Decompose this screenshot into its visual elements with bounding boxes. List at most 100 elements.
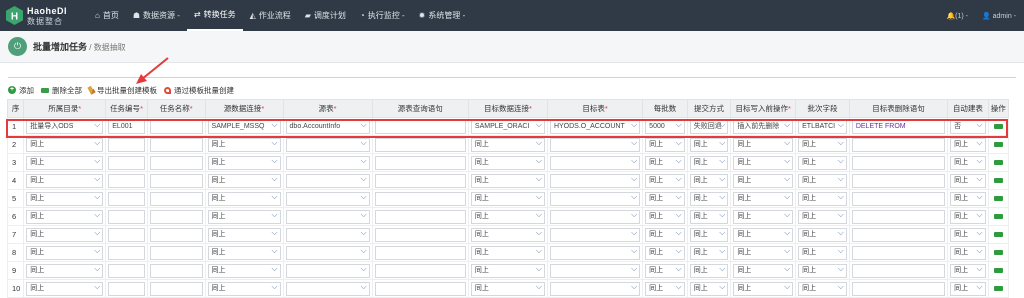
commit-mode-select[interactable]: 同上 (689, 155, 729, 170)
user-menu[interactable]: 👤 admin - (982, 12, 1016, 20)
target-connection-select[interactable]: 同上 (470, 245, 545, 260)
batch-field-select[interactable]: 同上 (798, 155, 847, 170)
source-table-select[interactable] (285, 173, 370, 188)
source-sql-input[interactable] (374, 209, 466, 224)
source-sql-input[interactable] (374, 137, 466, 152)
delete-sql-input[interactable] (851, 173, 946, 188)
pre-write-op-select[interactable]: 同上 (733, 137, 794, 152)
task-name-input[interactable] (149, 137, 203, 152)
task-code-input[interactable] (108, 191, 145, 206)
source-sql-input[interactable] (374, 245, 466, 260)
commit-mode-select[interactable]: 同上 (689, 227, 729, 242)
task-name-input[interactable] (149, 245, 203, 260)
delete-sql-input[interactable] (851, 281, 946, 296)
target-table-select[interactable] (549, 227, 641, 242)
target-connection-select[interactable]: 同上 (470, 281, 545, 296)
commit-mode-select[interactable]: 同上 (689, 281, 729, 296)
auto-create-select[interactable]: 同上 (950, 155, 986, 170)
task-code-input[interactable] (108, 209, 145, 224)
remove-row-icon[interactable] (993, 286, 1003, 291)
task-code-input[interactable] (108, 137, 145, 152)
source-connection-select[interactable]: 同上 (207, 227, 281, 242)
task-code-input[interactable] (108, 173, 145, 188)
remove-row-icon[interactable] (993, 214, 1003, 219)
auto-create-select[interactable]: 同上 (950, 209, 986, 224)
auto-create-select[interactable]: 同上 (950, 191, 986, 206)
delete-sql-input[interactable] (851, 191, 946, 206)
source-connection-select[interactable]: 同上 (207, 173, 281, 188)
source-connection-select[interactable]: 同上 (207, 263, 281, 278)
pre-write-op-select[interactable]: 同上 (733, 173, 794, 188)
commit-mode-select[interactable]: 同上 (689, 245, 729, 260)
delete-sql-input[interactable] (851, 263, 946, 278)
target-table-select[interactable] (549, 263, 641, 278)
nav-item-6[interactable]: ✹ 系统管理 - (412, 0, 473, 31)
nav-item-0[interactable]: ⌂ 首页 (88, 0, 126, 31)
nav-item-4[interactable]: ▰ 调度计划 (298, 0, 353, 31)
remove-row-icon[interactable] (993, 178, 1003, 183)
target-connection-select[interactable]: 同上 (470, 263, 545, 278)
batch-field-select[interactable]: 同上 (798, 191, 847, 206)
delete-sql-input[interactable] (851, 209, 946, 224)
pre-write-op-select[interactable]: 同上 (733, 281, 794, 296)
batch-size-select[interactable]: 同上 (645, 263, 685, 278)
directory-select[interactable]: 同上 (26, 227, 104, 242)
source-sql-input[interactable] (374, 263, 466, 278)
batch-size-select[interactable]: 同上 (645, 173, 685, 188)
target-connection-select[interactable]: 同上 (470, 137, 545, 152)
directory-select[interactable]: 同上 (26, 281, 104, 296)
target-table-select[interactable] (549, 191, 641, 206)
source-connection-select[interactable]: 同上 (207, 191, 281, 206)
source-connection-select[interactable]: 同上 (207, 137, 281, 152)
directory-select[interactable]: 同上 (26, 155, 104, 170)
source-sql-input[interactable] (374, 173, 466, 188)
task-name-input[interactable] (149, 191, 203, 206)
batch-size-select[interactable]: 同上 (645, 191, 685, 206)
pre-write-op-select[interactable]: 同上 (733, 209, 794, 224)
delete-sql-input[interactable] (851, 137, 946, 152)
pre-write-op-select[interactable]: 同上 (733, 227, 794, 242)
source-sql-input[interactable] (374, 191, 466, 206)
source-table-select[interactable] (285, 245, 370, 260)
target-table-select[interactable] (549, 245, 641, 260)
notification-bell[interactable]: 🔔(1) - (946, 12, 968, 20)
task-name-input[interactable] (149, 281, 203, 296)
nav-item-5[interactable]: ◔ 执行监控 - (353, 0, 412, 31)
delete-all-button[interactable]: 删除全部 (41, 84, 82, 96)
auto-create-select[interactable]: 同上 (950, 245, 986, 260)
auto-create-select[interactable]: 同上 (950, 227, 986, 242)
pre-write-op-select[interactable]: 同上 (733, 191, 794, 206)
directory-select[interactable]: 同上 (26, 191, 104, 206)
directory-select[interactable]: 同上 (26, 245, 104, 260)
source-table-select[interactable] (285, 209, 370, 224)
target-connection-select[interactable]: 同上 (470, 191, 545, 206)
task-name-input[interactable] (149, 155, 203, 170)
commit-mode-select[interactable]: 同上 (689, 191, 729, 206)
task-code-input[interactable] (108, 155, 145, 170)
task-code-input[interactable] (108, 227, 145, 242)
batch-size-select[interactable]: 同上 (645, 227, 685, 242)
source-connection-select[interactable]: 同上 (207, 155, 281, 170)
remove-row-icon[interactable] (993, 142, 1003, 147)
task-code-input[interactable] (108, 281, 145, 296)
breadcrumb-sub[interactable]: 数据抽取 (94, 43, 126, 52)
nav-item-2[interactable]: ⇄ 转换任务 (186, 0, 243, 31)
batch-field-select[interactable]: 同上 (798, 137, 847, 152)
delete-sql-input[interactable] (851, 227, 946, 242)
source-table-select[interactable] (285, 227, 370, 242)
source-sql-input[interactable] (374, 227, 466, 242)
target-table-select[interactable] (549, 155, 641, 170)
remove-row-icon[interactable] (993, 250, 1003, 255)
source-table-select[interactable] (285, 263, 370, 278)
task-name-input[interactable] (149, 209, 203, 224)
source-connection-select[interactable]: 同上 (207, 245, 281, 260)
source-table-select[interactable] (285, 137, 370, 152)
directory-select[interactable]: 同上 (26, 263, 104, 278)
batch-size-select[interactable]: 同上 (645, 137, 685, 152)
source-sql-input[interactable] (374, 155, 466, 170)
task-code-input[interactable] (108, 263, 145, 278)
commit-mode-select[interactable]: 同上 (689, 173, 729, 188)
target-connection-select[interactable]: 同上 (470, 173, 545, 188)
directory-select[interactable]: 同上 (26, 173, 104, 188)
nav-item-1[interactable]: ☗ 数据资源 - (126, 0, 187, 31)
